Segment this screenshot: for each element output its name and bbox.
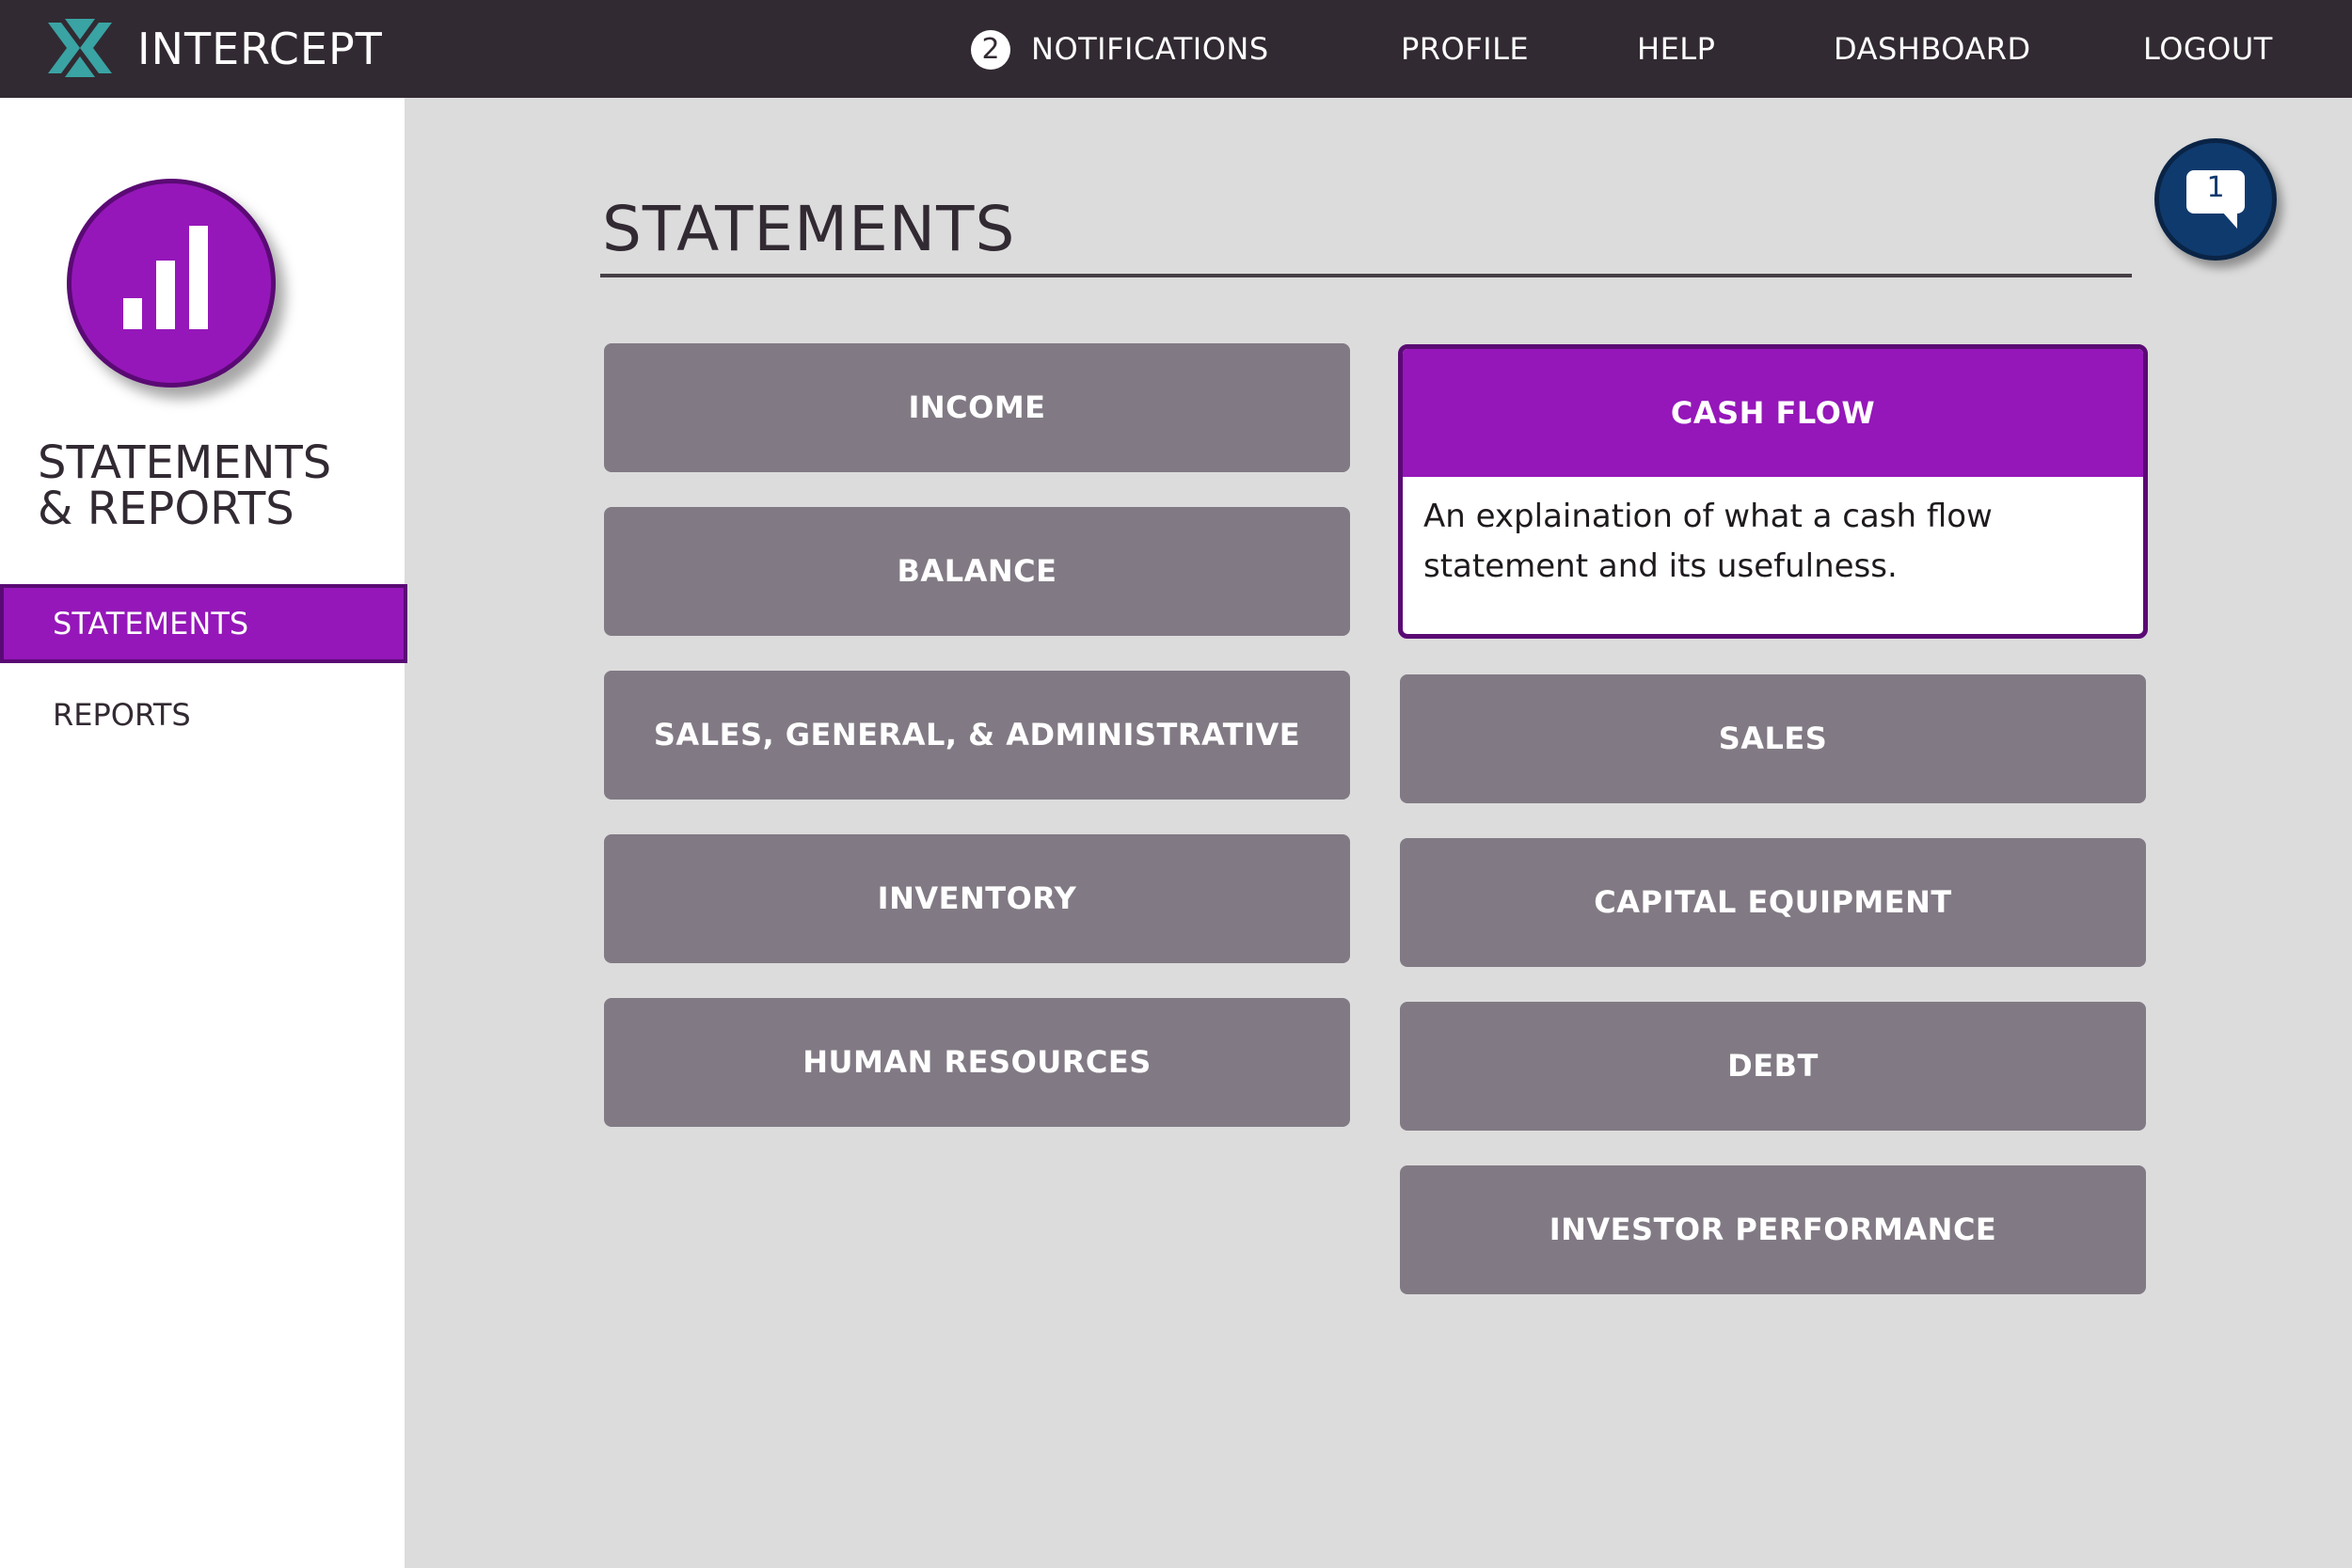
sidebar-title-line2: & REPORTS <box>38 483 294 535</box>
tile-sales-general-administrative[interactable]: SALES, GENERAL, & ADMINISTRATIVE <box>604 671 1350 800</box>
chat-count: 1 <box>2206 171 2225 204</box>
notifications-count-badge[interactable]: 2 <box>971 30 1010 70</box>
tile-investor-performance[interactable]: INVESTOR PERFORMANCE <box>1400 1165 2146 1294</box>
brand-name[interactable]: INTERCEPT <box>137 0 383 98</box>
tile-inventory[interactable]: INVENTORY <box>604 834 1350 963</box>
tile-capital-equipment[interactable]: CAPITAL EQUIPMENT <box>1400 838 2146 967</box>
sidebar-title: STATEMENTS & REPORTS <box>38 440 395 532</box>
tile-debt[interactable]: DEBT <box>1400 1002 2146 1131</box>
intercept-logo-icon[interactable] <box>46 19 114 77</box>
statements-reports-badge <box>67 179 276 388</box>
sidebar-item-statements[interactable]: STATEMENTS <box>0 584 407 663</box>
sidebar: STATEMENTS & REPORTS STATEMENTS REPORTS <box>0 98 407 1568</box>
nav-dashboard[interactable]: DASHBOARD <box>1834 0 2031 98</box>
title-divider <box>600 274 2132 277</box>
tile-cash-flow-label[interactable]: CASH FLOW <box>1403 349 2143 477</box>
sidebar-item-reports[interactable]: REPORTS <box>0 675 407 754</box>
tile-human-resources[interactable]: HUMAN RESOURCES <box>604 998 1350 1127</box>
top-nav-bar: INTERCEPT 2 NOTIFICATIONS PROFILE HELP D… <box>0 0 2352 98</box>
nav-notifications[interactable]: NOTIFICATIONS <box>1031 0 1269 98</box>
sidebar-title-line1: STATEMENTS <box>38 436 332 489</box>
page-title: STATEMENTS <box>602 193 1016 265</box>
tile-income[interactable]: INCOME <box>604 343 1350 472</box>
nav-help[interactable]: HELP <box>1637 0 1715 98</box>
nav-logout[interactable]: LOGOUT <box>2143 0 2273 98</box>
tile-cash-flow-description: An explaination of what a cash flow stat… <box>1423 498 1993 585</box>
bar-chart-icon <box>123 226 208 329</box>
tile-balance[interactable]: BALANCE <box>604 507 1350 636</box>
tile-cash-flow-expanded[interactable]: CASH FLOW An explaination of what a cash… <box>1398 344 2148 639</box>
nav-profile[interactable]: PROFILE <box>1401 0 1529 98</box>
chat-button[interactable]: 1 <box>2154 138 2277 261</box>
tile-sales[interactable]: SALES <box>1400 674 2146 803</box>
